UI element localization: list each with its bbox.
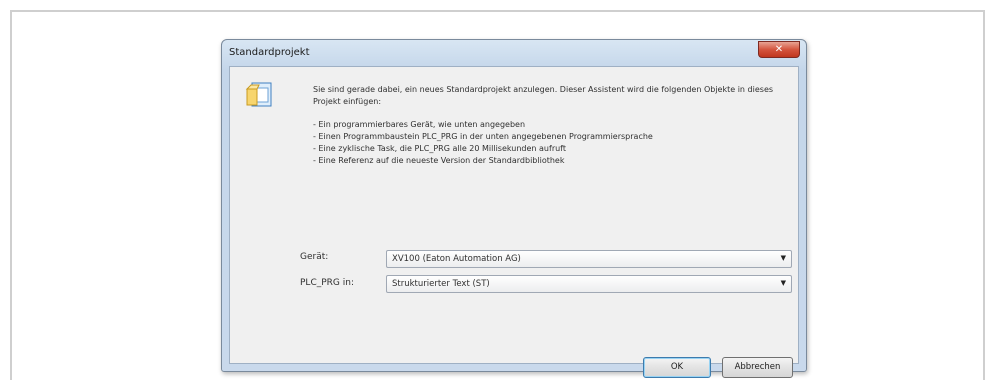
page-frame: Standardprojekt ✕ Sie sind gerade dabei,… bbox=[10, 10, 985, 380]
object-list: - Ein programmierbares Gerät, wie unten … bbox=[313, 119, 783, 167]
device-select[interactable]: XV100 (Eaton Automation AG) ▼ bbox=[386, 250, 792, 268]
list-item: - Eine Referenz auf die neueste Version … bbox=[313, 156, 565, 165]
ok-button[interactable]: OK bbox=[643, 357, 711, 378]
project-wizard-icon bbox=[245, 82, 272, 107]
device-label: Gerät: bbox=[300, 252, 329, 262]
list-item: - Einen Programmbaustein PLC_PRG in der … bbox=[313, 132, 653, 141]
plc-prg-label: PLC_PRG in: bbox=[300, 278, 354, 288]
list-item: - Eine zyklische Task, die PLC_PRG alle … bbox=[313, 144, 566, 153]
dialog-body: Sie sind gerade dabei, ein neues Standar… bbox=[229, 66, 799, 378]
close-button[interactable]: ✕ bbox=[758, 41, 800, 58]
plc-prg-select-value: Strukturierter Text (ST) bbox=[392, 279, 490, 289]
device-select-value: XV100 (Eaton Automation AG) bbox=[392, 254, 521, 264]
title-bar[interactable]: Standardprojekt ✕ bbox=[222, 40, 806, 66]
dialog-title: Standardprojekt bbox=[229, 47, 310, 58]
close-icon: ✕ bbox=[774, 44, 784, 55]
list-item: - Ein programmierbares Gerät, wie unten … bbox=[313, 120, 526, 129]
chevron-down-icon[interactable]: ▼ bbox=[781, 254, 786, 262]
cancel-button[interactable]: Abbrechen bbox=[722, 357, 793, 378]
chevron-down-icon[interactable]: ▼ bbox=[781, 279, 786, 287]
wizard-description: Sie sind gerade dabei, ein neues Standar… bbox=[313, 84, 783, 167]
plc-prg-language-select[interactable]: Strukturierter Text (ST) ▼ bbox=[386, 275, 792, 293]
standardprojekt-dialog: Standardprojekt ✕ Sie sind gerade dabei,… bbox=[221, 39, 807, 378]
intro-text: Sie sind gerade dabei, ein neues Standar… bbox=[313, 85, 774, 106]
